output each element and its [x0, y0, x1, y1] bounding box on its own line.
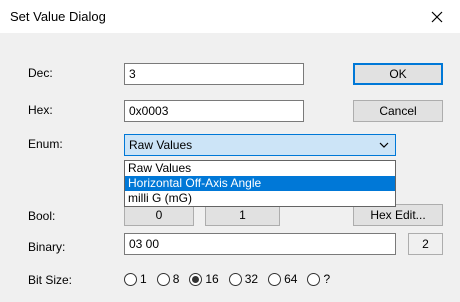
enum-dropdown-list: Raw Values Horizontal Off-Axis Angle mil… — [124, 160, 396, 207]
bool-label: Bool: — [28, 209, 56, 223]
ok-button[interactable]: OK — [353, 63, 443, 85]
bit-size-radio-unknown[interactable]: ? — [307, 272, 330, 286]
chevron-down-icon — [379, 142, 389, 148]
enum-combobox[interactable]: Raw Values — [124, 134, 396, 156]
byte-count-field: 2 — [408, 233, 443, 255]
bit-size-radio-16[interactable]: 16 — [189, 272, 219, 286]
binary-field[interactable]: 03 00 — [124, 233, 396, 255]
dec-field[interactable]: 3 — [124, 63, 304, 85]
bool-false-button[interactable]: 0 — [124, 204, 194, 226]
hex-field[interactable]: 0x0003 — [124, 100, 304, 122]
dec-label: Dec: — [28, 66, 53, 80]
cancel-button[interactable]: Cancel — [353, 100, 443, 122]
radio-circle-icon — [124, 272, 137, 286]
radio-circle-icon — [156, 272, 170, 286]
enum-option[interactable]: Raw Values — [125, 161, 395, 176]
radio-circle-checked-icon — [189, 272, 203, 286]
binary-label: Binary: — [28, 240, 66, 254]
enum-option[interactable]: milli G (mG) — [125, 191, 395, 206]
bool-true-button[interactable]: 1 — [205, 204, 280, 226]
enum-option-highlighted[interactable]: Horizontal Off-Axis Angle — [125, 176, 395, 191]
title-bar: Set Value Dialog — [0, 0, 460, 33]
close-button[interactable] — [420, 2, 454, 32]
radio-circle-icon — [268, 272, 282, 286]
bit-size-radio-32[interactable]: 32 — [228, 272, 258, 286]
enum-label: Enum: — [28, 137, 63, 151]
radio-circle-icon — [307, 272, 321, 286]
bit-size-radio-1[interactable]: 1 — [124, 272, 147, 286]
bit-size-radio-64[interactable]: 64 — [268, 272, 297, 286]
bit-size-label: Bit Size: — [28, 273, 73, 287]
close-icon — [431, 11, 443, 23]
enum-selected-value: Raw Values — [129, 138, 193, 152]
bit-size-radio-group: 1 8 16 32 64 ? — [124, 270, 340, 288]
hex-edit-button[interactable]: Hex Edit... — [353, 204, 443, 226]
window-title: Set Value Dialog — [10, 9, 106, 24]
radio-circle-icon — [228, 272, 242, 286]
dialog-client-area: Dec: 3 OK Hex: 0x0003 Cancel Enum: Raw V… — [0, 33, 460, 302]
bit-size-radio-8[interactable]: 8 — [156, 272, 179, 286]
hex-label: Hex: — [28, 103, 53, 117]
